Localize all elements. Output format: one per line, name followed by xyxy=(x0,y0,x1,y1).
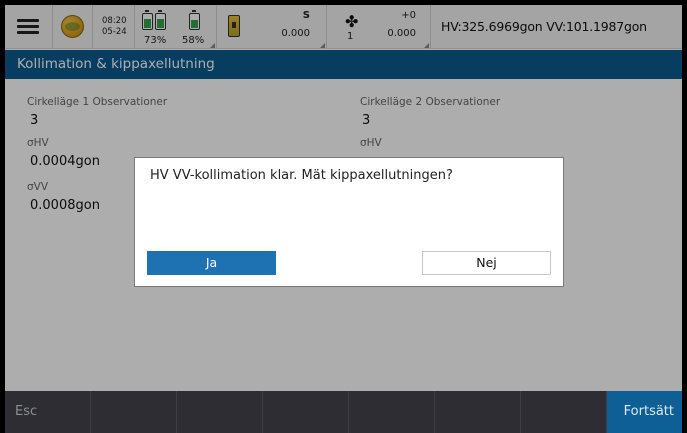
yes-button[interactable]: Ja xyxy=(147,251,276,275)
continue-button[interactable]: Fortsätt xyxy=(607,391,682,433)
dialog-message: HV VV-kollimation klar. Mät kippaxellutn… xyxy=(150,168,453,183)
confirm-dialog: HV VV-kollimation klar. Mät kippaxellutn… xyxy=(134,157,564,287)
app-window: 08:20 05-24 73% 58% S 0.000 ✤ 1 +0 0.000… xyxy=(5,5,682,433)
bottom-toolbar: Esc Fortsätt xyxy=(5,391,682,433)
softkey-6[interactable] xyxy=(435,391,521,433)
softkey-5[interactable] xyxy=(349,391,435,433)
softkey-3[interactable] xyxy=(177,391,263,433)
softkey-4[interactable] xyxy=(263,391,349,433)
softkey-2[interactable] xyxy=(91,391,177,433)
esc-button[interactable]: Esc xyxy=(5,391,91,433)
softkey-7[interactable] xyxy=(521,391,607,433)
no-button[interactable]: Nej xyxy=(422,251,551,275)
